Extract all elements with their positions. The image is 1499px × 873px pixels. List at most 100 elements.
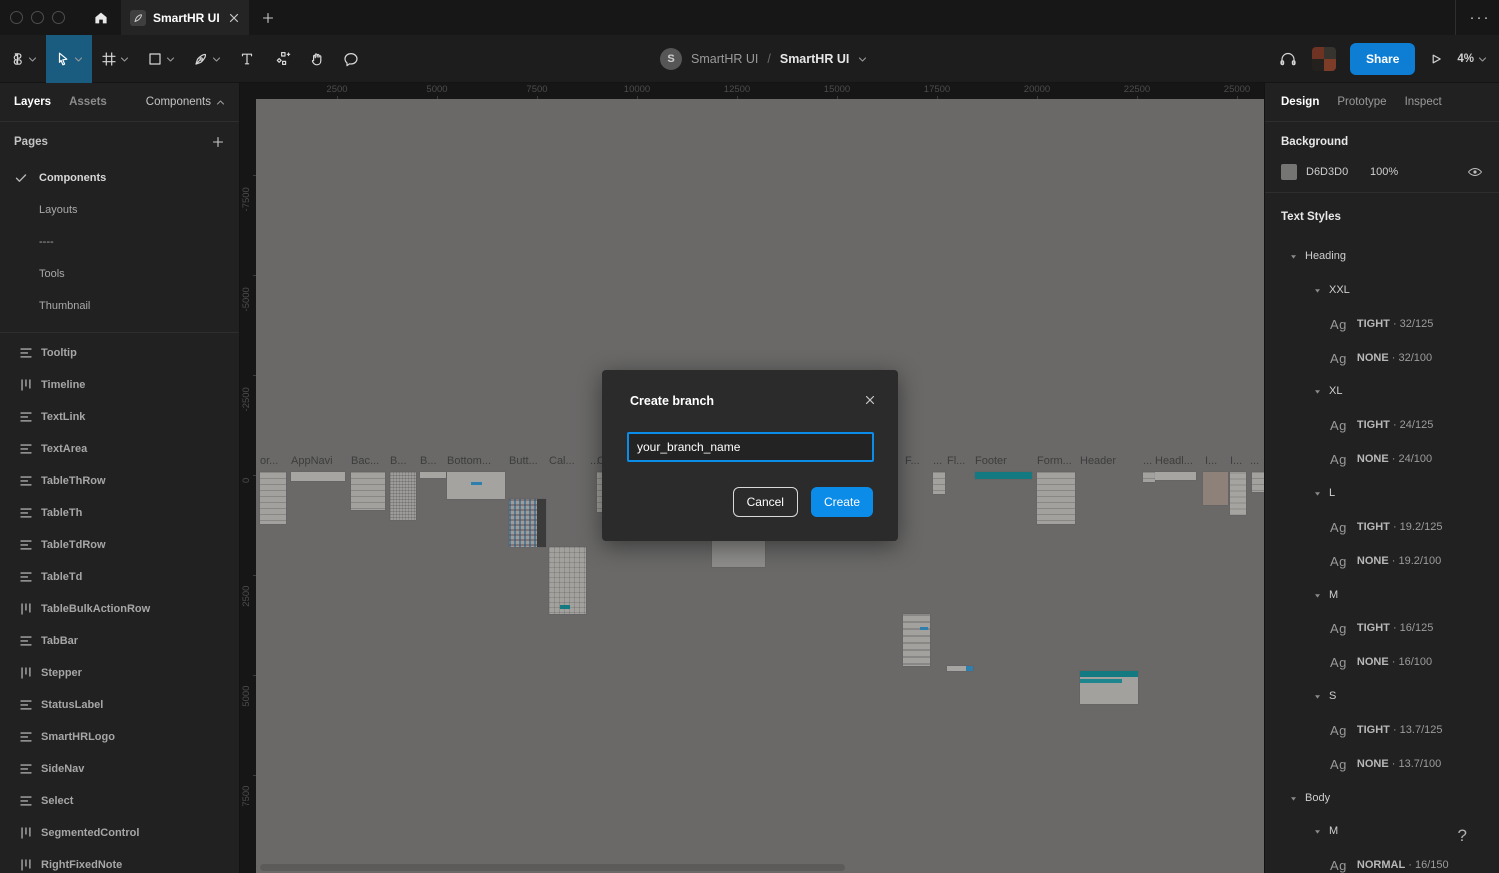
- component-thumbnail[interactable]: [1037, 472, 1075, 524]
- caret-open-icon[interactable]: [1288, 252, 1298, 261]
- chevron-down-icon[interactable]: [74, 55, 83, 64]
- text-style-row[interactable]: AgTIGHT · 19.2/125: [1265, 510, 1499, 544]
- frame-label[interactable]: AppNavi: [291, 455, 333, 467]
- window-minimize-button[interactable]: [31, 11, 44, 24]
- zoom-control[interactable]: 4%: [1457, 53, 1487, 65]
- chevron-down-icon[interactable]: [166, 55, 175, 64]
- text-style-row[interactable]: AgNONE · 16/100: [1265, 645, 1499, 679]
- sidebar-tab-layers[interactable]: Layers: [14, 96, 51, 108]
- layer-item[interactable]: SideNav: [0, 753, 239, 785]
- component-thumbnail[interactable]: [1252, 472, 1264, 492]
- tab-inspect[interactable]: Inspect: [1405, 96, 1442, 108]
- layer-item[interactable]: TableTd: [0, 561, 239, 593]
- user-avatar[interactable]: [1312, 47, 1336, 71]
- frame-label[interactable]: I...: [1205, 455, 1217, 467]
- hand-tool-button[interactable]: [300, 35, 334, 83]
- present-play-icon[interactable]: [1429, 52, 1443, 66]
- frame-label[interactable]: ...: [1143, 455, 1152, 467]
- frame-label[interactable]: F...: [905, 455, 920, 467]
- caret-open-icon[interactable]: [1312, 591, 1322, 600]
- frame-label[interactable]: ...: [933, 455, 942, 467]
- text-style-row[interactable]: AgNONE · 24/100: [1265, 442, 1499, 476]
- component-thumbnail[interactable]: [447, 472, 505, 499]
- layer-item[interactable]: StatusLabel: [0, 689, 239, 721]
- frame-label[interactable]: Cal...: [549, 455, 575, 467]
- component-thumbnail[interactable]: [1203, 472, 1228, 505]
- main-menu-button[interactable]: [0, 35, 46, 83]
- headphones-icon[interactable]: [1278, 50, 1298, 68]
- tab-prototype[interactable]: Prototype: [1337, 96, 1386, 108]
- component-thumbnail[interactable]: [1143, 472, 1155, 482]
- page-item[interactable]: Components: [0, 162, 239, 194]
- component-tool-button[interactable]: [264, 35, 300, 83]
- component-thumbnail[interactable]: [975, 472, 1032, 479]
- cancel-button[interactable]: Cancel: [733, 487, 798, 517]
- horizontal-scrollbar[interactable]: [260, 864, 845, 871]
- style-group-row[interactable]: M: [1265, 578, 1499, 612]
- text-style-row[interactable]: AgTIGHT · 32/125: [1265, 307, 1499, 341]
- component-thumbnail[interactable]: [509, 499, 546, 547]
- create-button[interactable]: Create: [811, 487, 873, 517]
- style-group-row[interactable]: XL: [1265, 374, 1499, 408]
- text-style-row[interactable]: AgNORMAL · 16/150: [1265, 848, 1499, 873]
- caret-open-icon[interactable]: [1312, 286, 1322, 295]
- component-thumbnail[interactable]: [712, 540, 765, 567]
- component-thumbnail[interactable]: [420, 472, 446, 478]
- chevron-down-icon[interactable]: [858, 55, 867, 64]
- layer-item[interactable]: SegmentedControl: [0, 817, 239, 849]
- component-thumbnail[interactable]: [260, 472, 286, 524]
- share-button[interactable]: Share: [1350, 43, 1415, 75]
- page-item[interactable]: ----: [0, 226, 239, 258]
- frame-label[interactable]: Bac...: [351, 455, 379, 467]
- help-icon[interactable]: ?: [1458, 826, 1467, 846]
- visibility-eye-icon[interactable]: [1467, 166, 1483, 178]
- tab-design[interactable]: Design: [1281, 96, 1319, 108]
- frame-label[interactable]: Fl...: [947, 455, 965, 467]
- text-style-row[interactable]: AgNONE · 32/100: [1265, 341, 1499, 375]
- window-close-button[interactable]: [10, 11, 23, 24]
- branch-name-input[interactable]: [627, 432, 874, 462]
- frame-label[interactable]: ...: [1250, 455, 1259, 467]
- frame-label[interactable]: Butt...: [509, 455, 538, 467]
- text-style-row[interactable]: AgTIGHT · 16/125: [1265, 611, 1499, 645]
- layer-item[interactable]: TableTdRow: [0, 529, 239, 561]
- chevron-down-icon[interactable]: [212, 55, 221, 64]
- frame-label[interactable]: Header: [1080, 455, 1116, 467]
- sidebar-tab-assets[interactable]: Assets: [69, 96, 107, 108]
- page-item[interactable]: Tools: [0, 258, 239, 290]
- layer-item[interactable]: RightFixedNote: [0, 849, 239, 873]
- move-tool-button[interactable]: [46, 35, 92, 83]
- components-mode-toggle[interactable]: Components: [146, 96, 225, 108]
- caret-open-icon[interactable]: [1312, 387, 1322, 396]
- home-button[interactable]: [81, 0, 121, 35]
- style-group-row[interactable]: S: [1265, 679, 1499, 713]
- layer-item[interactable]: TextArea: [0, 433, 239, 465]
- color-swatch[interactable]: [1281, 164, 1297, 180]
- text-tool-button[interactable]: [230, 35, 264, 83]
- style-group-row[interactable]: L: [1265, 476, 1499, 510]
- component-thumbnail[interactable]: [1155, 472, 1196, 480]
- component-thumbnail[interactable]: [1230, 472, 1246, 515]
- new-tab-button[interactable]: [251, 0, 285, 35]
- style-group-row[interactable]: Heading: [1265, 239, 1499, 273]
- component-thumbnail[interactable]: [549, 547, 586, 614]
- canvas[interactable]: 2500500075001000012500150001750020000225…: [240, 83, 1264, 873]
- comment-tool-button[interactable]: [334, 35, 368, 83]
- chevron-down-icon[interactable]: [120, 55, 129, 64]
- layer-item[interactable]: TabBar: [0, 625, 239, 657]
- chevron-down-icon[interactable]: [28, 55, 37, 64]
- layer-item[interactable]: Timeline: [0, 369, 239, 401]
- component-thumbnail[interactable]: [351, 472, 385, 510]
- layer-item[interactable]: Select: [0, 785, 239, 817]
- frame-label[interactable]: Footer: [975, 455, 1007, 467]
- component-thumbnail[interactable]: [947, 666, 973, 671]
- component-thumbnail[interactable]: [903, 614, 930, 666]
- layer-item[interactable]: Stepper: [0, 657, 239, 689]
- color-hex-value[interactable]: D6D3D0: [1306, 166, 1370, 178]
- frame-label[interactable]: Form...: [1037, 455, 1072, 467]
- file-name[interactable]: SmartHR UI: [780, 52, 849, 66]
- frame-label[interactable]: I...: [1230, 455, 1242, 467]
- layer-item[interactable]: Tooltip: [0, 337, 239, 369]
- style-group-row[interactable]: Body: [1265, 781, 1499, 815]
- layer-item[interactable]: TableThRow: [0, 465, 239, 497]
